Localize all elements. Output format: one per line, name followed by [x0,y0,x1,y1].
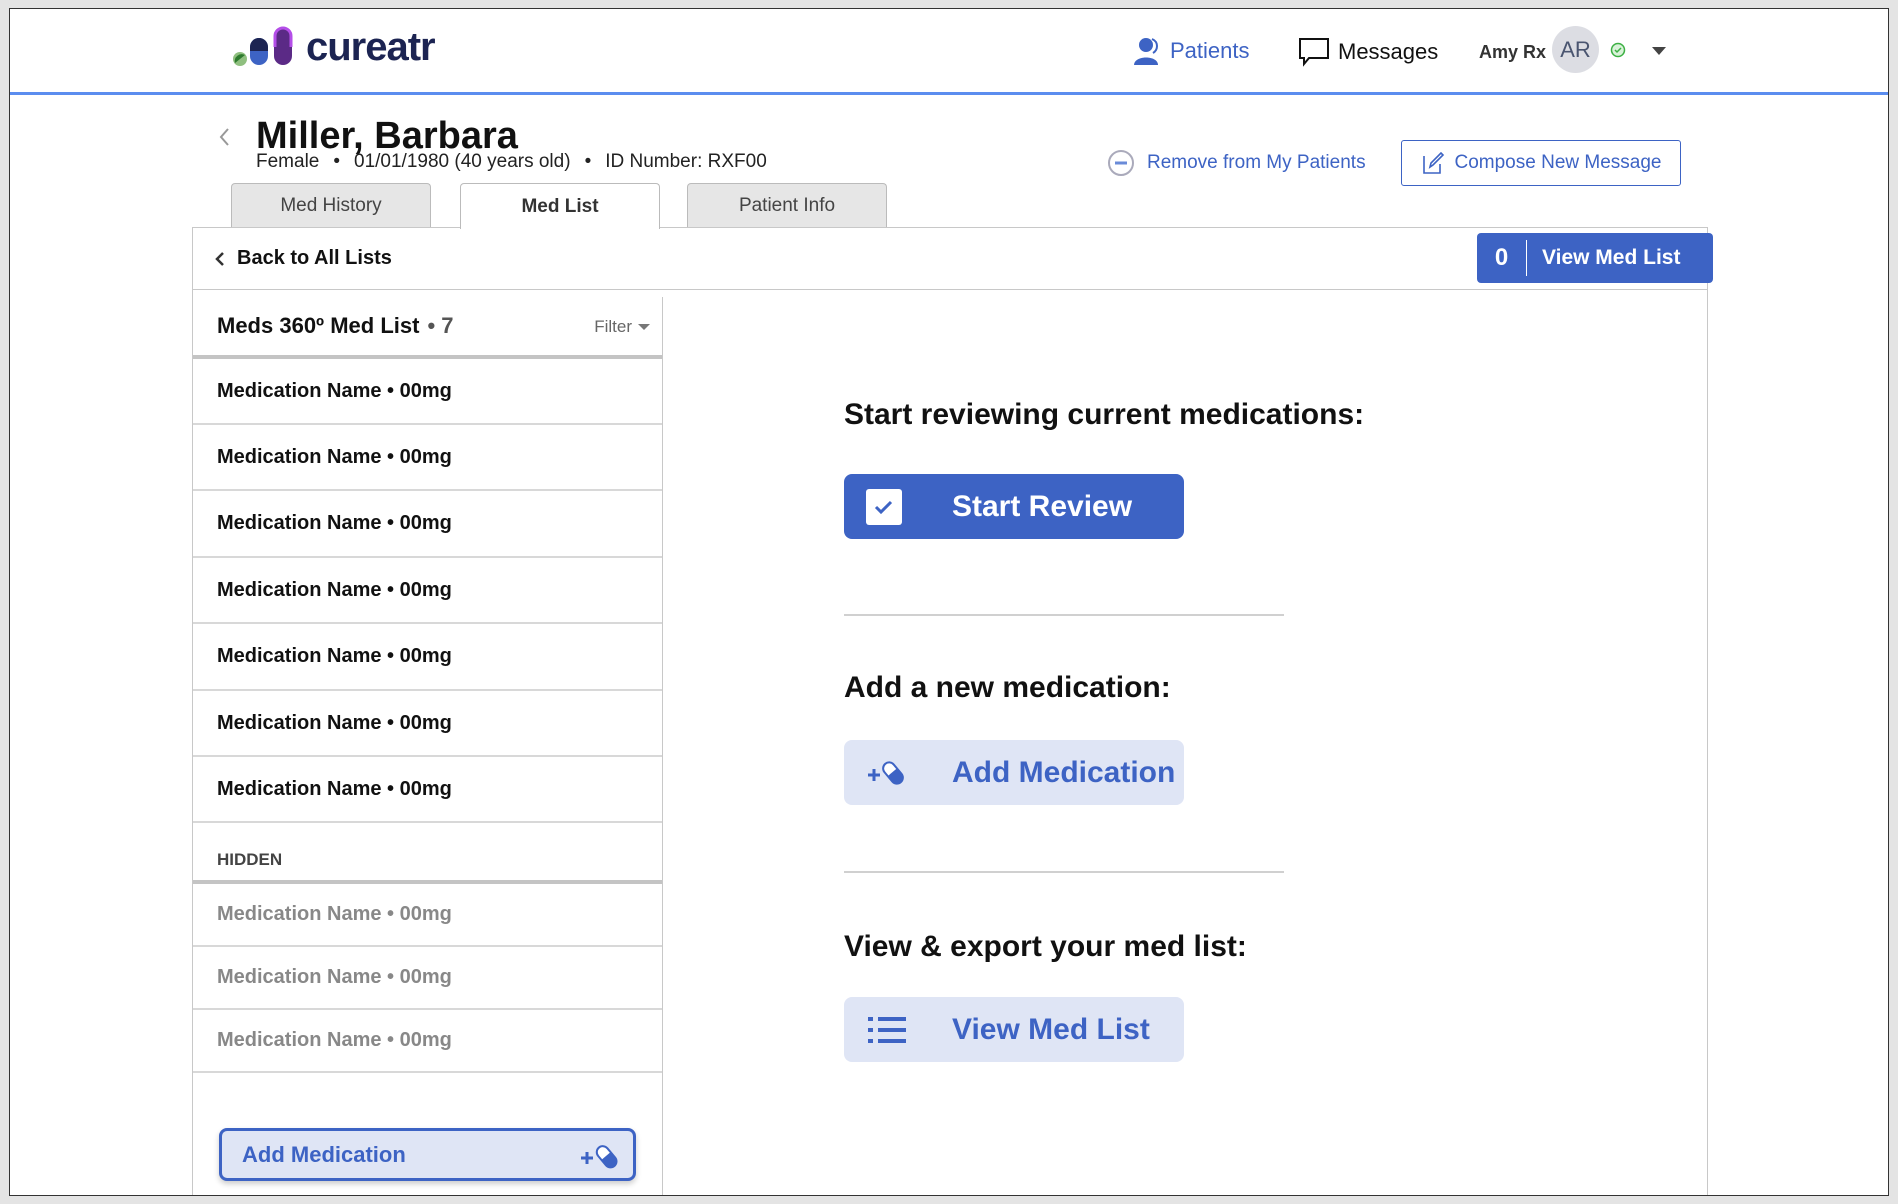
patient-id: ID Number: RXF00 [605,151,767,172]
med-list-panel: Back to All Lists 0 View Med List Meds 3… [192,227,1713,1195]
view-heading: View & export your med list: [844,930,1247,963]
med-item-label: Medication Name • 00mg [217,379,452,402]
remove-label: Remove from My Patients [1147,152,1366,173]
list-title: Meds 360º Med List [217,313,420,338]
med-item-label: Medication Name • 00mg [217,966,452,988]
avatar[interactable]: AR [1552,26,1599,73]
top-nav: cureatr Patients Messages Amy Rx AR [10,9,1888,95]
caret-down-icon [638,324,650,330]
panel-toolbar: Back to All Lists 0 View Med List [193,228,1713,290]
med-item-label: Medication Name • 00mg [217,512,452,535]
med-list-item[interactable]: Medication Name • 00mg [193,492,662,558]
filter-dropdown[interactable]: Filter [594,317,650,337]
back-chevron-icon[interactable] [218,127,230,147]
med-list-column: Meds 360º Med List • 7 Filter Medication… [193,297,663,1195]
tab-label: Med History [280,195,382,216]
compose-new-message-button[interactable]: Compose New Message [1401,140,1681,186]
view-med-list-label: View Med List [1542,246,1681,269]
cureatr-logo[interactable]: cureatr [232,25,436,69]
pill-logo-icon [233,26,293,66]
med-item-label: Medication Name • 00mg [217,1029,452,1051]
patient-dob: 01/01/1980 (40 years old) [354,151,571,172]
back-label: Back to All Lists [237,247,392,269]
minus-circle-icon [1108,150,1134,176]
tab-patient-info[interactable]: Patient Info [687,183,887,228]
add-medication-main-button[interactable]: Add Medication [844,740,1184,805]
tab-med-list[interactable]: Med List [460,183,660,229]
list-header: Meds 360º Med List • 7 Filter [193,297,662,359]
online-status-icon [1610,42,1626,58]
add-medication-list-button[interactable]: Add Medication [219,1128,636,1181]
user-name: Amy Rx [1479,42,1547,62]
filter-label: Filter [594,317,632,336]
hidden-med-list-item[interactable]: Medication Name • 00mg [193,947,662,1010]
med-item-label: Medication Name • 00mg [217,645,452,668]
tab-label: Patient Info [738,195,836,216]
patient-icon [1134,38,1158,65]
nav-patients-label: Patients [1170,38,1250,63]
tab-med-history[interactable]: Med History [231,183,431,228]
view-med-list-main-button[interactable]: View Med List [844,997,1184,1062]
list-icon [868,1016,906,1043]
med-item-label: Medication Name • 00mg [217,445,452,468]
hidden-med-list-item[interactable]: Medication Name • 00mg [193,1010,662,1073]
hidden-section-header: HIDDEN [193,820,662,884]
med-item-label: Medication Name • 00mg [217,578,452,601]
user-menu-caret-icon[interactable] [1651,46,1667,56]
nav-messages[interactable]: Messages [1298,37,1438,67]
list-count: • 7 [427,313,454,338]
start-review-button[interactable]: Start Review [844,474,1184,539]
med-list-item[interactable]: Medication Name • 00mg [193,691,662,757]
logo-text: cureatr [306,25,436,69]
med-list-item[interactable]: Medication Name • 00mg [193,757,662,824]
add-medication-main-label: Add Medication [952,755,1176,789]
back-to-all-lists-link[interactable]: Back to All Lists [215,247,392,270]
hidden-label: HIDDEN [217,850,283,869]
divider [844,871,1284,873]
med-item-label: Medication Name • 00mg [217,711,452,734]
hidden-med-list-item[interactable]: Medication Name • 00mg [193,884,662,947]
avatar-initials: AR [1560,36,1591,62]
add-heading: Add a new medication: [844,671,1171,704]
review-heading: Start reviewing current medications: [844,398,1365,431]
app-window: cureatr Patients Messages Amy Rx AR Mill… [9,8,1889,1196]
add-medication-label: Add Medication [242,1141,406,1167]
patient-sex: Female [256,151,320,172]
view-med-list-toolbar-button[interactable]: 0 View Med List [1477,233,1713,283]
med-item-label: Medication Name • 00mg [217,903,452,925]
chevron-left-icon [215,251,224,266]
med-item-label: Medication Name • 00mg [217,777,452,800]
divider [844,614,1284,616]
med-list-item[interactable]: Medication Name • 00mg [193,558,662,625]
view-med-list-main-label: View Med List [952,1012,1150,1046]
checkbox-icon [866,488,902,525]
med-list-item[interactable]: Medication Name • 00mg [193,359,662,425]
med-count-badge: 0 [1477,240,1527,276]
nav-messages-label: Messages [1338,39,1439,64]
add-pill-icon [581,1145,618,1169]
compose-icon [1422,151,1444,174]
nav-patients[interactable]: Patients [1132,36,1250,66]
tab-label: Med List [521,195,599,217]
compose-label: Compose New Message [1454,152,1662,173]
add-pill-icon [868,760,904,785]
med-list-item[interactable]: Medication Name • 00mg [193,625,662,691]
patient-details: Female • 01/01/1980 (40 years old) • ID Nu… [256,151,767,172]
message-icon [1299,38,1329,67]
remove-from-my-patients-link[interactable]: Remove from My Patients [1107,149,1366,177]
start-review-label: Start Review [952,489,1133,523]
med-list-item[interactable]: Medication Name • 00mg [193,425,662,492]
